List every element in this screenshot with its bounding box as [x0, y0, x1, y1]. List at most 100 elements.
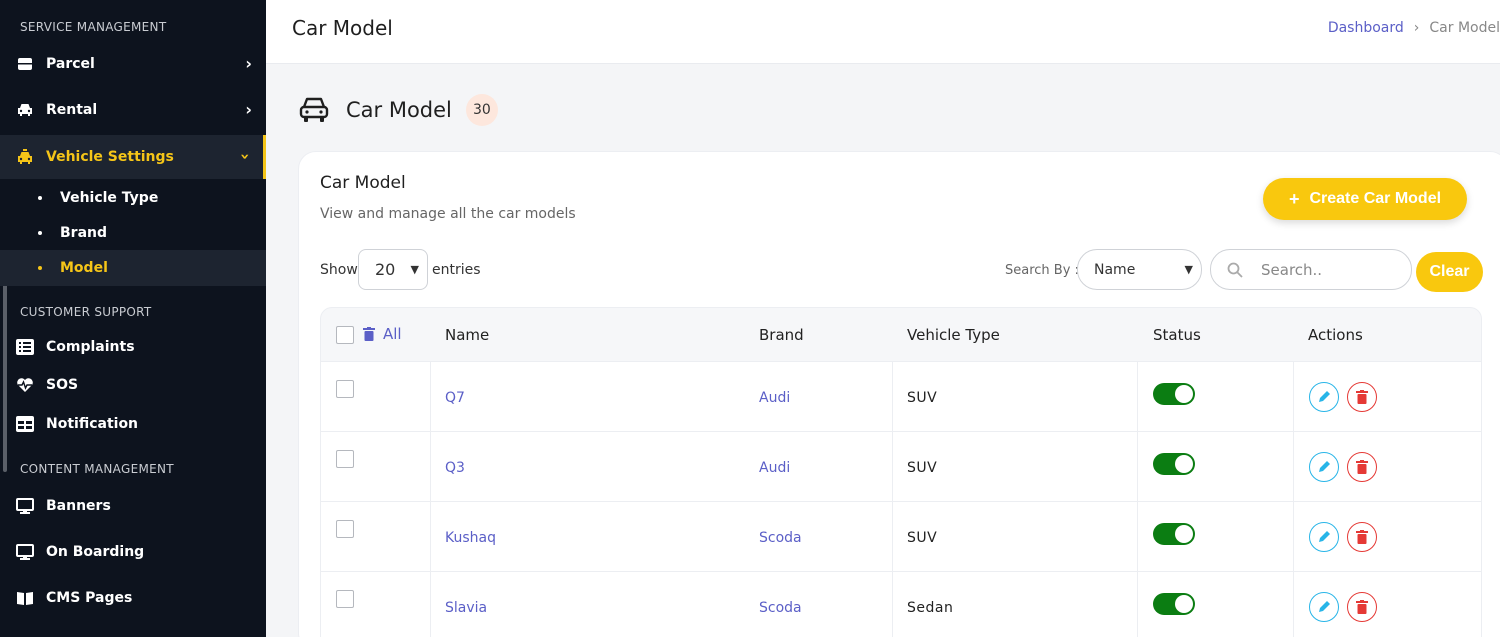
row-checkbox[interactable] — [336, 520, 354, 538]
sidebar-subitem-label: Vehicle Type — [60, 190, 159, 206]
breadcrumb: Dashboard › Car Model — [1328, 20, 1500, 36]
entries-label: entries — [432, 262, 481, 278]
entries-select[interactable]: 20 ▼ — [358, 249, 428, 290]
search-by-value: Name — [1094, 261, 1136, 278]
trash-icon — [1356, 460, 1368, 474]
car-outline-icon — [299, 97, 329, 122]
sidebar-subitem-label: Model — [60, 260, 108, 276]
section-title-content: CONTENT MANAGEMENT — [20, 462, 174, 476]
pencil-icon — [1319, 531, 1330, 542]
car-model-table: All Name Brand Vehicle Type Status Actio… — [320, 307, 1482, 637]
sidebar-item-label: Parcel — [46, 56, 95, 72]
edit-button[interactable] — [1309, 522, 1339, 552]
column-divider — [430, 502, 431, 571]
column-divider — [430, 572, 431, 637]
column-header-name[interactable]: Name — [445, 326, 489, 344]
sidebar-item-label: Banners — [46, 498, 111, 514]
clear-button[interactable]: Clear — [1416, 252, 1483, 292]
card-subtitle: View and manage all the car models — [320, 206, 576, 222]
sidebar-item-cms-pages[interactable]: CMS Pages — [0, 576, 266, 620]
heart-pulse-icon — [16, 376, 34, 394]
row-checkbox[interactable] — [336, 380, 354, 398]
column-header-status[interactable]: Status — [1153, 326, 1201, 344]
chevron-down-icon: ▼ — [1184, 263, 1193, 276]
sidebar-item-onboarding[interactable]: On Boarding — [0, 530, 266, 574]
edit-button[interactable] — [1309, 452, 1339, 482]
book-icon — [16, 589, 34, 607]
sidebar-item-label: CMS Pages — [46, 590, 133, 606]
select-all-checkbox[interactable] — [336, 326, 354, 344]
parcel-icon — [16, 55, 34, 73]
sidebar-item-sos[interactable]: SOS — [0, 363, 266, 407]
row-vehicle-type: SUV — [907, 460, 938, 476]
breadcrumb-home[interactable]: Dashboard — [1328, 20, 1404, 36]
edit-button[interactable] — [1309, 592, 1339, 622]
column-header-brand[interactable]: Brand — [759, 326, 804, 344]
column-divider — [430, 432, 431, 501]
table-row: Q3 Audi SUV — [320, 432, 1482, 502]
column-divider — [1293, 432, 1294, 501]
count-badge: 30 — [465, 94, 498, 126]
row-name-link[interactable]: Slavia — [445, 600, 487, 616]
entries-select-value: 20 — [375, 260, 396, 279]
column-divider — [1293, 362, 1294, 431]
card-title: Car Model — [320, 173, 406, 193]
search-by-label: Search By : — [1005, 263, 1079, 278]
sidebar-item-label: SOS — [46, 377, 79, 393]
row-vehicle-type: SUV — [907, 530, 938, 546]
content-title: Car Model — [346, 98, 452, 122]
top-header: Car Model Dashboard › Car Model — [266, 0, 1500, 64]
column-header-actions: Actions — [1308, 326, 1363, 344]
breadcrumb-current: Car Model — [1429, 20, 1500, 36]
sidebar-item-rental[interactable]: Rental › — [0, 88, 266, 132]
delete-button[interactable] — [1347, 592, 1377, 622]
status-toggle[interactable] — [1153, 523, 1195, 545]
create-car-model-button[interactable]: + Create Car Model — [1263, 178, 1467, 220]
table-row: Slavia Scoda Sedan — [320, 572, 1482, 637]
search-by-select[interactable]: Name ▼ — [1077, 249, 1202, 290]
sidebar-item-banners[interactable]: Banners — [0, 484, 266, 528]
row-name-link[interactable]: Q7 — [445, 390, 465, 406]
sidebar-item-vehicle-settings[interactable]: Vehicle Settings › — [0, 135, 266, 179]
chevron-right-icon: › — [245, 100, 252, 119]
delete-button[interactable] — [1347, 382, 1377, 412]
row-checkbox[interactable] — [336, 450, 354, 468]
sidebar-subitem-label: Brand — [60, 225, 108, 241]
delete-all-button[interactable]: All — [363, 325, 402, 343]
table-row: Kushaq Scoda SUV — [320, 502, 1482, 572]
row-name-link[interactable]: Q3 — [445, 460, 465, 476]
sidebar-item-label: Vehicle Settings — [46, 149, 174, 165]
edit-button[interactable] — [1309, 382, 1339, 412]
row-vehicle-type: Sedan — [907, 600, 954, 616]
sidebar-item-label: Complaints — [46, 339, 135, 355]
sidebar-item-notification[interactable]: Notification — [0, 402, 266, 446]
row-brand-link[interactable]: Scoda — [759, 530, 802, 546]
delete-button[interactable] — [1347, 522, 1377, 552]
status-toggle[interactable] — [1153, 593, 1195, 615]
row-brand-link[interactable]: Audi — [759, 390, 790, 406]
row-vehicle-type: SUV — [907, 390, 938, 406]
sidebar-subitem-brand[interactable]: Brand — [0, 215, 266, 251]
sidebar-item-parcel[interactable]: Parcel › — [0, 42, 266, 86]
sidebar-item-label: Rental — [46, 102, 98, 118]
column-divider — [1293, 502, 1294, 571]
row-brand-link[interactable]: Audi — [759, 460, 790, 476]
all-label: All — [383, 325, 402, 343]
table-icon — [16, 415, 34, 433]
breadcrumb-separator-icon: › — [1413, 20, 1420, 36]
sidebar-subitem-model[interactable]: Model — [0, 250, 266, 286]
row-name-link[interactable]: Kushaq — [445, 530, 496, 546]
status-toggle[interactable] — [1153, 383, 1195, 405]
column-header-vehicle-type[interactable]: Vehicle Type — [907, 326, 1000, 344]
chevron-down-icon: ▼ — [410, 263, 419, 276]
column-divider — [1137, 502, 1138, 571]
page-title: Car Model — [292, 16, 393, 40]
column-divider — [892, 432, 893, 501]
delete-button[interactable] — [1347, 452, 1377, 482]
row-brand-link[interactable]: Scoda — [759, 600, 802, 616]
toggle-knob — [1175, 455, 1193, 473]
search-input[interactable]: Search.. — [1210, 249, 1412, 290]
status-toggle[interactable] — [1153, 453, 1195, 475]
row-checkbox[interactable] — [336, 590, 354, 608]
sidebar-subitem-vehicle-type[interactable]: Vehicle Type — [0, 180, 266, 216]
